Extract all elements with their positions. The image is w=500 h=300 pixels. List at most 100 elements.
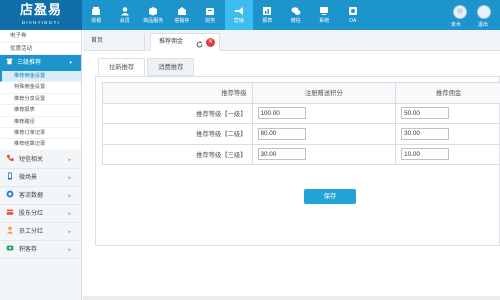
nav-label: OA: [349, 18, 357, 24]
tab-commission[interactable]: 推荐佣金 ✕: [150, 33, 220, 51]
commission-input-level-2[interactable]: [401, 127, 450, 140]
main-content: 拉新推荐 消费推荐 推荐等级 注册赠送积分 推荐佣金 推荐等级【一级】 推荐等级…: [90, 55, 500, 300]
sidebar-sub-path[interactable]: 推荐路径: [0, 116, 81, 128]
sidebar-sub-settlement[interactable]: 推荐结算记录: [0, 139, 81, 151]
level-label: 推荐等级【二级】: [102, 123, 253, 145]
referral-icon: [6, 56, 13, 65]
nav-item-finance[interactable]: 财务: [196, 0, 225, 30]
header-level: 推荐等级: [102, 82, 253, 104]
goods-icon: [148, 6, 158, 16]
sidebar-cat-label: 短信相关: [19, 156, 44, 163]
inventory-icon: [177, 6, 187, 16]
nav-item-system[interactable]: 系统: [310, 0, 339, 30]
nav-label: 报表: [262, 18, 273, 24]
points-input-level-2[interactable]: [257, 127, 306, 140]
points-input-level-3[interactable]: [257, 148, 306, 161]
header-points: 注册赠送积分: [251, 82, 397, 104]
member-icon: [120, 6, 130, 16]
sidebar-sub-report[interactable]: 推荐报表: [0, 105, 81, 117]
nav-item-goods[interactable]: 商品服务: [139, 0, 168, 30]
tab-label: 推荐佣金: [159, 39, 184, 45]
subtab-new-referral[interactable]: 拉新推荐: [98, 58, 146, 76]
system-icon: [319, 6, 329, 16]
nav-item-wechat[interactable]: 微信: [282, 0, 311, 30]
sidebar-item-micro-scene[interactable]: 微场景 ▸: [0, 168, 81, 187]
staff-icon: [6, 224, 14, 234]
sidebar-cat-label: 客流数据: [19, 192, 44, 199]
sidebar-sub-orders[interactable]: 推荐订单记录: [0, 127, 81, 140]
commission-table: 推荐等级 注册赠送积分 推荐佣金 推荐等级【一级】 推荐等级【二级】 推荐等级【…: [102, 82, 500, 165]
chevron-right-icon: ▸: [68, 210, 71, 217]
logo-main-text: 店盈易: [19, 3, 62, 18]
chevron-right-icon: ▸: [68, 192, 71, 199]
save-button[interactable]: 保存: [304, 189, 356, 204]
nav-label: 微信: [290, 18, 301, 24]
sidebar-item-staff[interactable]: 员工分红 ▸: [0, 222, 81, 241]
cashier-icon: [91, 6, 101, 16]
logout-label[interactable]: 退出: [478, 21, 488, 28]
sidebar-item-coupon[interactable]: 电子券: [0, 30, 81, 43]
sidebar: 电子券 优惠活动 三级推荐 ▾ 推荐佣金设置 特殊佣金设置 推荐分享设置 推荐报…: [0, 30, 82, 300]
horizontal-scrollbar[interactable]: [83, 296, 500, 300]
sidebar-cat-label: 股东分红: [19, 210, 44, 217]
sidebar-sub-commission[interactable]: 推荐佣金设置: [0, 71, 81, 83]
avatar[interactable]: [453, 5, 467, 19]
report-icon: [262, 6, 272, 16]
nav-label: 会员: [119, 18, 130, 24]
finance-icon: [205, 6, 215, 16]
sidebar-item-promotion[interactable]: 优惠活动: [0, 42, 81, 55]
chevron-right-icon: ▸: [68, 156, 71, 163]
main-nav: 收银 会员 商品服务 进销存 财务 营销 报表 微信 系统 OA: [82, 0, 367, 30]
commission-cell: [395, 102, 500, 124]
logo[interactable]: 店盈易 DIANYINGYI: [0, 0, 82, 30]
dividend-icon: [6, 206, 14, 215]
header-commission: 推荐佣金: [395, 82, 500, 104]
chevron-right-icon: ▸: [68, 174, 71, 181]
wechat-icon: [291, 6, 301, 16]
commission-cell: [395, 123, 500, 145]
sidebar-item-shareholder[interactable]: 股东分红 ▸: [0, 204, 81, 223]
commission-cell: [395, 143, 500, 165]
page-tabs-bar: 首页 推荐佣金 ✕: [83, 30, 500, 51]
avatar[interactable]: [477, 5, 491, 19]
nav-label: 财务: [205, 18, 216, 24]
sidebar-item-sms[interactable]: 短信相关 ▸: [0, 150, 81, 169]
points-input-level-1[interactable]: [257, 107, 306, 120]
user-name: 未木: [451, 22, 462, 28]
nav-item-member[interactable]: 会员: [111, 0, 140, 30]
subtabs: 拉新推荐 消费推荐: [98, 58, 196, 76]
sidebar-cat-label: 积客券: [19, 246, 38, 253]
nav-item-oa[interactable]: OA: [339, 0, 368, 30]
sidebar-item-traffic[interactable]: 客流数据 ▸: [0, 186, 81, 205]
oa-icon: [348, 6, 358, 16]
coupon-icon: [6, 242, 14, 251]
settings-panel: 推荐等级 注册赠送积分 推荐佣金 推荐等级【一级】 推荐等级【二级】 推荐等级【…: [95, 76, 500, 246]
nav-label: 收银: [91, 18, 102, 24]
nav-item-report[interactable]: 报表: [253, 0, 282, 30]
nav-item-cashier[interactable]: 收银: [82, 0, 111, 30]
chevron-down-icon: ▾: [69, 60, 72, 66]
refresh-icon[interactable]: [196, 39, 203, 48]
subtab-consumption-referral[interactable]: 消费推荐: [147, 58, 195, 76]
close-icon[interactable]: ✕: [206, 38, 215, 47]
sidebar-cat-label: 微场景: [19, 174, 38, 181]
table-row: 推荐等级【三级】: [102, 143, 500, 165]
mobile-icon: [6, 170, 14, 180]
commission-input-level-1[interactable]: [401, 107, 450, 120]
points-cell: [251, 123, 397, 145]
sidebar-item-jike-coupon[interactable]: 积客券 ▸: [0, 240, 81, 259]
sidebar-cat-label: 员工分红: [19, 228, 44, 235]
nav-item-marketing[interactable]: 营销: [224, 0, 253, 30]
top-bar: 店盈易 DIANYINGYI 收银 会员 商品服务 进销存 财务 营销 报表 微…: [0, 0, 500, 30]
chevron-right-icon: ▸: [68, 228, 71, 235]
phone-icon: [6, 152, 14, 161]
sidebar-sub-special-commission[interactable]: 特殊佣金设置: [0, 82, 81, 94]
points-cell: [251, 143, 397, 165]
tab-home[interactable]: 首页: [83, 33, 145, 51]
nav-label: 进销存: [174, 18, 190, 24]
sidebar-group-referral[interactable]: 三级推荐 ▾: [0, 55, 81, 71]
table-header-row: 推荐等级 注册赠送积分 推荐佣金: [102, 82, 500, 104]
commission-input-level-3[interactable]: [401, 148, 450, 161]
sidebar-sub-share[interactable]: 推荐分享设置: [0, 93, 81, 106]
nav-item-inventory[interactable]: 进销存: [168, 0, 197, 30]
